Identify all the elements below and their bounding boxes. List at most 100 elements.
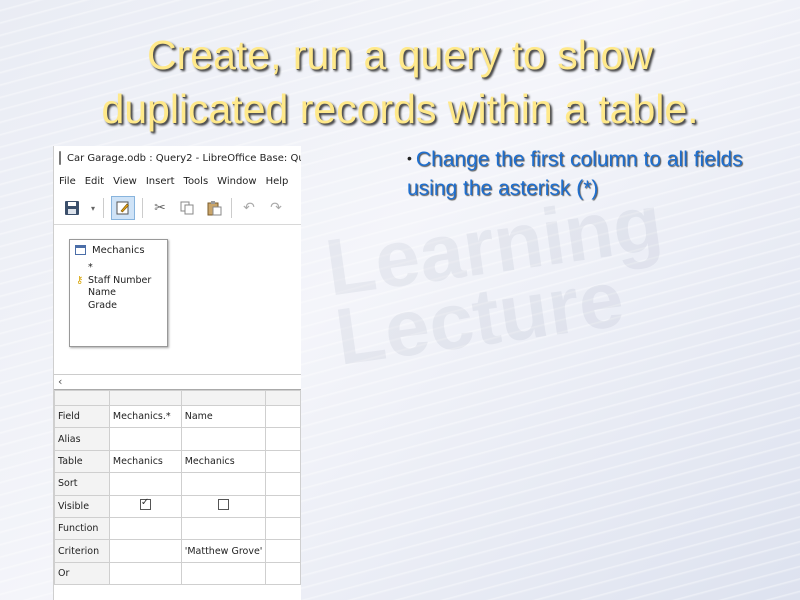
grid-cell[interactable] bbox=[108, 539, 182, 563]
redo-button[interactable]: ↷ bbox=[266, 198, 286, 218]
grid-cell[interactable] bbox=[108, 561, 182, 586]
grid-row-function: Function bbox=[54, 516, 301, 541]
bullet-dot-icon: • bbox=[407, 150, 412, 166]
grid-row-field: Field Mechanics.* Name bbox=[54, 404, 301, 429]
row-label: Visible bbox=[54, 494, 110, 518]
grid-row-alias: Alias bbox=[54, 427, 301, 451]
save-button[interactable] bbox=[62, 198, 82, 218]
grid-cell[interactable]: 'Matthew Grove' bbox=[180, 539, 267, 563]
visible-checkbox[interactable] bbox=[218, 499, 230, 511]
menu-window[interactable]: Window bbox=[217, 176, 256, 187]
toolbar-separator bbox=[103, 198, 104, 218]
edit-icon bbox=[116, 201, 129, 215]
copy-button[interactable] bbox=[177, 198, 197, 218]
column-header[interactable] bbox=[108, 390, 182, 406]
row-label: Sort bbox=[54, 472, 110, 496]
bullet-point: • Change the first column to all fields u… bbox=[407, 144, 767, 203]
window-titlebar: Car Garage.odb : Query2 - LibreOffice Ba… bbox=[54, 146, 301, 170]
menu-edit[interactable]: Edit bbox=[85, 176, 104, 187]
undo-icon: ↶ bbox=[243, 200, 255, 216]
row-label: Field bbox=[54, 404, 110, 429]
column-header[interactable] bbox=[265, 390, 301, 406]
menu-insert[interactable]: Insert bbox=[146, 176, 175, 187]
grid-cell[interactable]: Mechanics bbox=[180, 449, 267, 474]
slide-title-line-2: duplicated records within a table. bbox=[101, 86, 699, 132]
cut-button[interactable]: ✂ bbox=[150, 198, 170, 218]
field-item[interactable]: ⚷ Staff Number bbox=[74, 275, 167, 288]
grid-cell[interactable] bbox=[180, 516, 267, 541]
save-icon bbox=[65, 201, 79, 215]
edit-mode-button[interactable] bbox=[111, 196, 135, 220]
field-list: * ⚷ Staff Number Name Grade bbox=[74, 262, 167, 312]
menu-bar: File Edit View Insert Tools Window Help bbox=[54, 170, 301, 192]
undo-button[interactable]: ↶ bbox=[239, 198, 259, 218]
row-label: Function bbox=[54, 516, 110, 541]
field-grade: Grade bbox=[88, 299, 117, 311]
grid-row-visible: Visible bbox=[54, 494, 301, 518]
toolbar-separator bbox=[142, 198, 143, 218]
grid-header-row bbox=[54, 390, 301, 406]
paste-button[interactable] bbox=[204, 198, 224, 218]
grid-cell[interactable] bbox=[265, 516, 301, 541]
scroll-left-icon[interactable]: ‹ bbox=[58, 375, 62, 388]
query-design-screenshot: Car Garage.odb : Query2 - LibreOffice Ba… bbox=[53, 146, 301, 600]
field-item[interactable]: Name bbox=[74, 287, 167, 300]
field-name: Name bbox=[88, 287, 117, 298]
grid-cell[interactable] bbox=[108, 516, 182, 541]
grid-cell[interactable] bbox=[108, 427, 182, 451]
grid-cell[interactable] bbox=[180, 494, 267, 518]
scissors-icon: ✂ bbox=[154, 200, 166, 216]
table-name: Mechanics bbox=[92, 244, 145, 256]
field-staff-number: Staff Number bbox=[88, 274, 152, 286]
slide-title-line-1: Create, run a query to show bbox=[147, 32, 653, 78]
base-app-icon bbox=[59, 151, 61, 165]
grid-cell[interactable]: Name bbox=[180, 404, 267, 429]
grid-cell[interactable] bbox=[180, 472, 267, 496]
grid-cell[interactable] bbox=[265, 494, 301, 518]
table-design-area[interactable]: Mechanics * ⚷ Staff Number Name Grade bbox=[54, 225, 301, 375]
grid-cell[interactable]: Mechanics bbox=[108, 449, 182, 474]
row-label: Criterion bbox=[54, 539, 110, 563]
row-label: Alias bbox=[54, 427, 110, 451]
table-icon bbox=[75, 245, 86, 255]
bullet-text: Change the first column to all fields us… bbox=[407, 148, 743, 200]
grid-cell[interactable] bbox=[265, 449, 301, 474]
menu-file[interactable]: File bbox=[59, 176, 76, 187]
field-all: * bbox=[88, 262, 93, 273]
grid-cell[interactable] bbox=[265, 404, 301, 429]
horizontal-scrollbar[interactable]: ‹ bbox=[54, 375, 301, 390]
table-window-header: Mechanics bbox=[70, 240, 167, 260]
menu-help[interactable]: Help bbox=[266, 176, 289, 187]
grid-cell[interactable] bbox=[265, 561, 301, 586]
slide-title: Create, run a query to show duplicated r… bbox=[0, 28, 800, 136]
query-design-grid: Field Mechanics.* Name Alias Table Mecha… bbox=[54, 390, 301, 586]
grid-row-table: Table Mechanics Mechanics bbox=[54, 449, 301, 474]
grid-cell[interactable] bbox=[265, 472, 301, 496]
grid-cell[interactable] bbox=[180, 427, 267, 451]
grid-cell[interactable] bbox=[108, 494, 182, 518]
toolbar: ▾ ✂ ↶ ↷ bbox=[54, 192, 301, 225]
row-label: Table bbox=[54, 449, 110, 474]
mechanics-table-window[interactable]: Mechanics * ⚷ Staff Number Name Grade bbox=[69, 239, 168, 347]
window-title: Car Garage.odb : Query2 - LibreOffice Ba… bbox=[67, 152, 301, 164]
grid-cell[interactable] bbox=[265, 427, 301, 451]
grid-corner bbox=[54, 390, 110, 406]
field-item[interactable]: Grade bbox=[74, 300, 167, 313]
redo-icon: ↷ bbox=[270, 200, 282, 216]
menu-view[interactable]: View bbox=[113, 176, 137, 187]
column-header[interactable] bbox=[180, 390, 267, 406]
visible-checkbox[interactable] bbox=[139, 497, 151, 511]
save-dropdown-arrow-icon[interactable]: ▾ bbox=[89, 198, 97, 218]
paste-icon bbox=[207, 201, 222, 216]
grid-cell[interactable] bbox=[265, 539, 301, 563]
grid-cell[interactable] bbox=[180, 561, 267, 586]
grid-cell[interactable]: Mechanics.* bbox=[108, 404, 182, 429]
grid-row-criterion: Criterion 'Matthew Grove' bbox=[54, 539, 301, 563]
grid-row-or: Or bbox=[54, 561, 301, 586]
grid-cell[interactable] bbox=[108, 472, 182, 496]
grid-row-sort: Sort bbox=[54, 472, 301, 496]
menu-tools[interactable]: Tools bbox=[184, 176, 209, 187]
toolbar-separator bbox=[231, 198, 232, 218]
field-item[interactable]: * bbox=[74, 262, 167, 275]
copy-icon bbox=[180, 201, 194, 215]
